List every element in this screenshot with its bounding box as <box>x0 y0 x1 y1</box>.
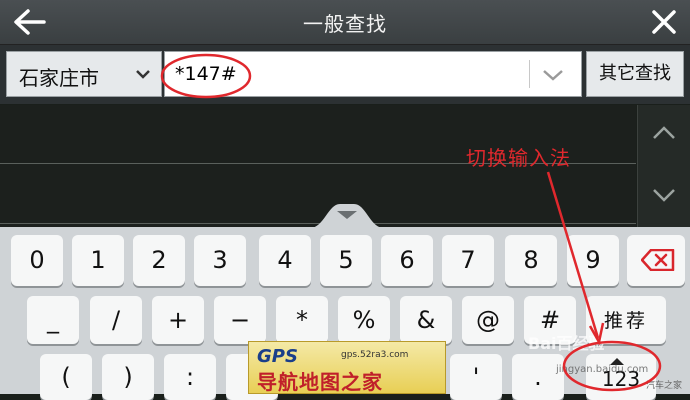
backspace-key[interactable] <box>627 235 685 286</box>
watermark-cn: 导航地图之家 <box>257 370 383 394</box>
page-title: 一般查找 <box>303 12 387 36</box>
key-apostrophe[interactable]: ' <box>450 354 502 400</box>
baidu-url-watermark: jingyan.baidu.com <box>556 364 649 375</box>
key-colon[interactable]: : <box>164 354 216 400</box>
scroll-column <box>637 105 690 227</box>
key-4[interactable]: 4 <box>259 235 311 286</box>
close-icon[interactable] <box>648 8 680 36</box>
key-underscore[interactable]: _ <box>27 296 79 344</box>
gps-watermark-logo: GPS gps.52ra3.com 导航地图之家 <box>248 341 446 394</box>
search-input[interactable]: *147# <box>164 51 582 97</box>
key-2[interactable]: 2 <box>133 235 185 286</box>
city-select[interactable]: 石家庄市 <box>6 51 162 97</box>
key-ampersand[interactable]: & <box>400 296 452 344</box>
annotation-switch-input: 切换输入法 <box>466 146 571 170</box>
corner-watermark: 汽车之家 <box>646 381 683 391</box>
scroll-down-icon[interactable] <box>650 185 678 205</box>
watermark-url: gps.52ra3.com <box>341 350 409 360</box>
history-dropdown-icon[interactable] <box>541 66 565 84</box>
chevron-down-icon <box>136 70 150 79</box>
key-5[interactable]: 5 <box>320 235 372 286</box>
title-bar: 一般查找 <box>0 0 690 45</box>
city-label: 石家庄市 <box>19 66 99 90</box>
key-9[interactable]: 9 <box>567 235 619 286</box>
key-at[interactable]: @ <box>462 296 514 344</box>
keyboard-collapse-icon[interactable] <box>310 200 384 228</box>
key-8[interactable]: 8 <box>505 235 557 286</box>
key-close-paren[interactable]: ) <box>102 354 154 400</box>
key-3[interactable]: 3 <box>194 235 246 286</box>
key-1[interactable]: 1 <box>72 235 124 286</box>
baidu-watermark: Bai百经验 <box>528 334 605 353</box>
key-period[interactable]: . <box>512 354 564 400</box>
key-asterisk[interactable]: * <box>276 296 328 344</box>
key-percent[interactable]: % <box>338 296 390 344</box>
search-query: *147# <box>175 63 237 85</box>
backspace-icon <box>641 249 675 271</box>
key-minus[interactable]: − <box>214 296 266 344</box>
input-divider <box>529 60 530 88</box>
other-search-button[interactable]: 其它查找 <box>586 51 684 97</box>
key-6[interactable]: 6 <box>381 235 433 286</box>
key-0[interactable]: 0 <box>11 235 63 286</box>
key-plus[interactable]: + <box>152 296 204 344</box>
key-7[interactable]: 7 <box>442 235 494 286</box>
watermark-gps: GPS <box>257 346 298 367</box>
key-open-paren[interactable]: ( <box>40 354 92 400</box>
key-slash[interactable]: / <box>90 296 142 344</box>
search-row: 石家庄市 *147# 其它查找 <box>0 45 690 104</box>
scroll-up-icon[interactable] <box>650 123 678 143</box>
input-mode-key[interactable]: 123 <box>586 354 656 400</box>
